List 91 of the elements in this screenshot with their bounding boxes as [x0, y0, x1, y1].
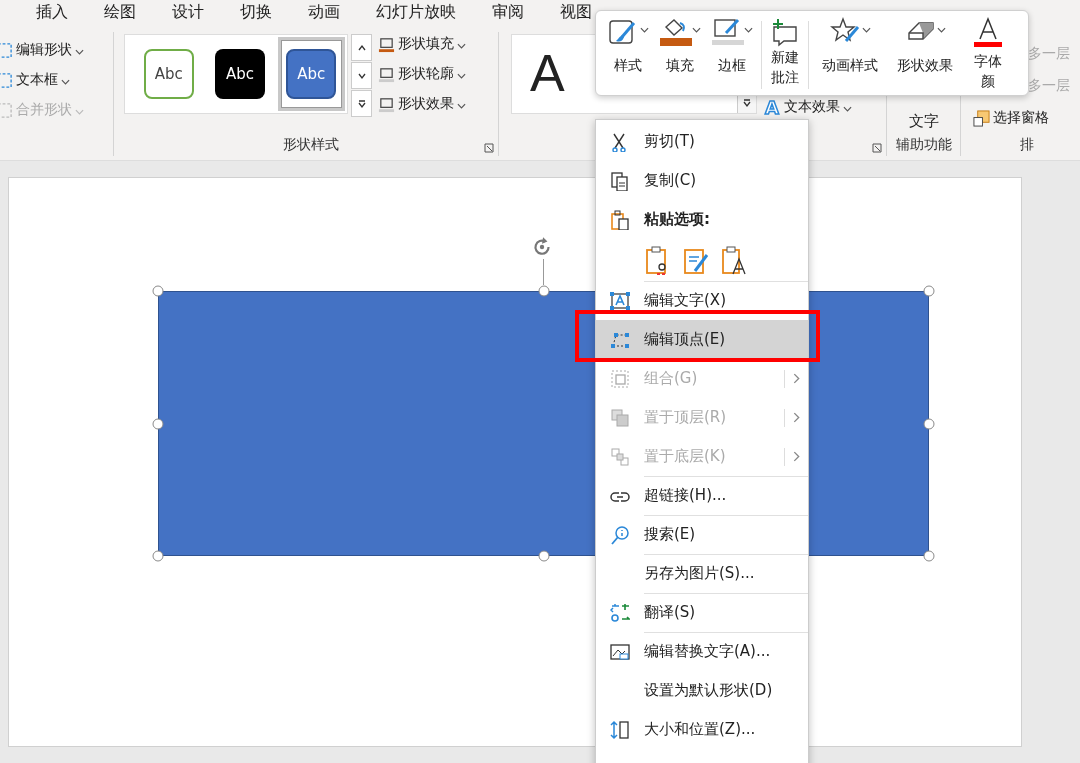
resize-handle[interactable] [538, 550, 549, 562]
scroll-down-button[interactable] [351, 62, 372, 89]
toolbar-button[interactable]: 样式 [602, 17, 654, 75]
alt-text-button[interactable]: 文字 [908, 111, 939, 131]
ribbon-tab[interactable]: 绘图 [104, 0, 136, 26]
paste-option-icon[interactable] [721, 245, 747, 275]
toolbar-icon [972, 17, 1004, 47]
resize-handle[interactable] [923, 285, 935, 297]
menu-item[interactable]: 编辑顶点(E) [596, 320, 808, 359]
menu-icon [610, 524, 630, 545]
menu-item[interactable]: 大小和位置(Z)... [596, 710, 808, 749]
menu-icon [610, 446, 630, 467]
ribbon-button[interactable]: 选择窗格 [973, 106, 1080, 130]
menu-item[interactable]: 编辑替换文字(A)... [596, 632, 808, 671]
menu-item[interactable]: 超链接(H)... [596, 476, 808, 515]
dialog-launcher-icon[interactable] [872, 142, 882, 153]
toolbar-button[interactable]: 形状效果 [888, 17, 962, 75]
toolbar-button[interactable]: 新建批注 [765, 17, 805, 87]
resize-handle[interactable] [923, 418, 935, 429]
menu-item[interactable]: 翻译(S) [596, 593, 808, 632]
dialog-launcher-icon[interactable] [484, 142, 494, 153]
ribbon-tab[interactable]: 插入 [36, 0, 68, 26]
more-button[interactable] [351, 90, 372, 117]
toolbar-icon [659, 17, 692, 47]
selection-pane-icon [973, 109, 990, 127]
toolbar-button[interactable]: 动画样式 [812, 17, 888, 75]
resize-handle[interactable] [152, 550, 164, 562]
chevron-down-icon [743, 27, 753, 33]
chevron-down-icon [842, 106, 852, 112]
ribbon-tab[interactable]: 切换 [240, 0, 272, 26]
scroll-up-button[interactable] [351, 34, 372, 61]
menu-heading: 粘贴选项: [644, 210, 711, 229]
toolbar-button[interactable]: 字体颜 [962, 17, 1014, 91]
text-effects-button[interactable]: A 文本效果 [765, 95, 852, 119]
toolbar-icon [711, 17, 744, 47]
toolbar-button[interactable]: 边框 [706, 17, 758, 75]
ribbon-button[interactable]: 形状填充 [378, 32, 466, 56]
shape-style-option[interactable]: Abc [277, 37, 345, 111]
group-label: 形状样式 [283, 136, 339, 155]
chevron-down-icon [457, 103, 466, 109]
ribbon-tab[interactable]: 视图 [560, 0, 592, 26]
ribbon-tab[interactable]: 设计 [172, 0, 204, 26]
ribbon-tab[interactable]: 动画 [308, 0, 340, 26]
menu-icon [610, 641, 630, 662]
menu-icon [610, 602, 630, 623]
menu-icon [610, 368, 630, 389]
shape-icon [0, 101, 13, 119]
menu-item[interactable]: 另存为图片(S)... [596, 554, 808, 593]
group-label: 排 [1019, 136, 1034, 155]
ribbon-tab[interactable]: 幻灯片放映 [376, 0, 456, 26]
menu-icon [610, 407, 630, 428]
resize-handle[interactable] [538, 285, 549, 297]
menu-item[interactable]: 设置为默认形状(D) [596, 671, 808, 710]
ribbon-button[interactable]: 形状效果 [378, 92, 466, 116]
ribbon-button[interactable]: 形状轮廓 [378, 62, 466, 86]
menu-item[interactable]: 剪切(T) [596, 122, 808, 161]
chevron-right-icon [793, 373, 800, 384]
group-label: 辅助功能 [895, 136, 952, 155]
chevron-down-icon [75, 109, 84, 115]
clipboard-icon [610, 209, 630, 230]
chevron-down-icon [61, 79, 70, 85]
expand-icon [356, 98, 367, 109]
resize-handle[interactable] [152, 285, 164, 297]
ribbon-button[interactable]: 文本框 [0, 68, 113, 92]
chevron-down-icon [936, 27, 946, 33]
chevron-right-icon [793, 451, 800, 462]
shape-icon [0, 71, 13, 89]
chevron-down-icon [861, 27, 871, 33]
ribbon-button[interactable]: 编辑形状 [0, 38, 113, 62]
menu-item[interactable]: 编辑文字(X) [596, 281, 808, 320]
expand-icon [742, 98, 752, 108]
chevron-down-icon [75, 49, 84, 55]
resize-handle[interactable] [152, 418, 164, 429]
chevron-down-icon [457, 73, 466, 79]
menu-icon [610, 170, 630, 191]
chevron-down-icon [457, 43, 466, 49]
menu-icon [610, 290, 630, 311]
format-icon [378, 35, 395, 53]
format-icon [378, 95, 395, 113]
chevron-down-icon [639, 27, 649, 33]
ribbon-tab[interactable]: 审阅 [492, 0, 524, 26]
format-icon [378, 65, 395, 83]
menu-item[interactable]: 复制(C) [596, 161, 808, 200]
shape-icon [0, 41, 13, 59]
menu-item[interactable]: 搜索(E) [596, 515, 808, 554]
chevron-down-icon [691, 27, 701, 33]
chevron-right-icon [793, 412, 800, 423]
toolbar-button[interactable]: 填充 [654, 17, 706, 75]
menu-icon [610, 719, 630, 740]
resize-handle[interactable] [923, 550, 935, 562]
wordart-sample[interactable]: A [530, 43, 565, 103]
